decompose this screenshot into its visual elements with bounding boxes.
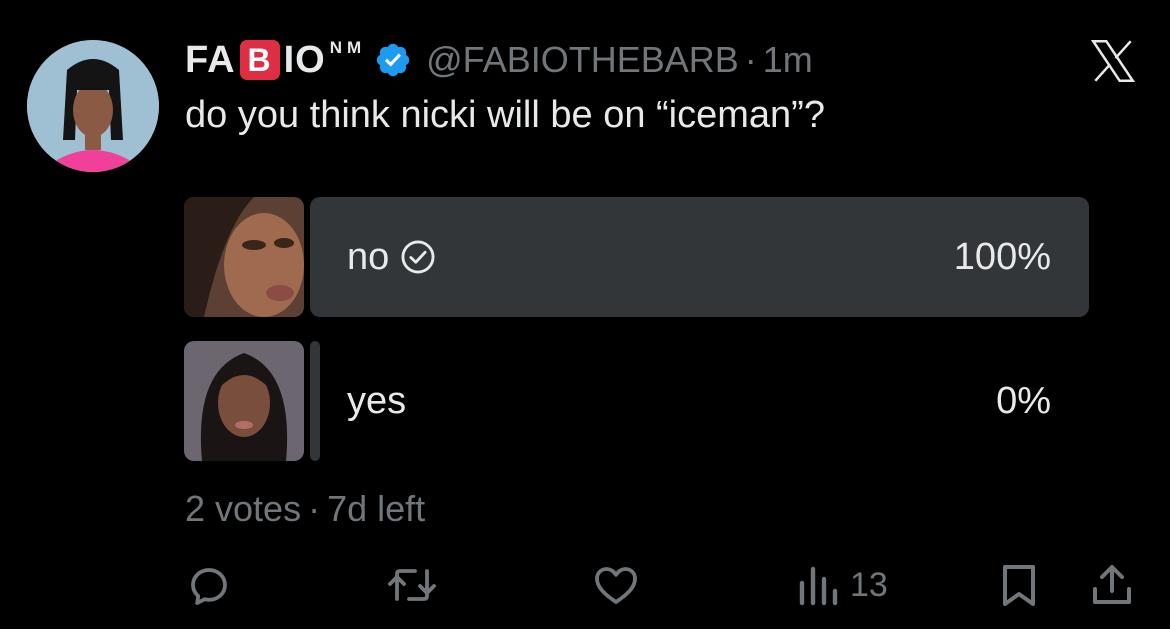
reply-button[interactable] bbox=[186, 562, 234, 608]
author-avatar[interactable] bbox=[27, 40, 159, 172]
poll-meta: 2 votes · 7d left bbox=[185, 488, 425, 530]
author-name-prefix: FA bbox=[185, 38, 236, 81]
b-emoji-icon: B bbox=[239, 40, 280, 80]
bookmark-button[interactable] bbox=[996, 562, 1042, 608]
tweet-timestamp[interactable]: 1m bbox=[763, 39, 813, 81]
poll-option-percent: 100% bbox=[953, 235, 1051, 278]
author-name[interactable]: FA B IO NM bbox=[185, 38, 367, 82]
poll-option-percent: 0% bbox=[996, 379, 1051, 422]
poll-bar-fill bbox=[310, 341, 320, 461]
poll-option-no[interactable]: no 100% bbox=[184, 197, 1089, 317]
poll-meta-separator: · bbox=[308, 488, 321, 529]
share-icon bbox=[1093, 565, 1131, 604]
repost-icon bbox=[388, 569, 436, 601]
poll-votes: 2 votes bbox=[185, 488, 302, 529]
header-separator: · bbox=[744, 39, 757, 80]
share-button[interactable] bbox=[1088, 562, 1136, 608]
poll-option-label-row: yes bbox=[347, 341, 406, 461]
author-name-suffix: IO bbox=[283, 38, 326, 81]
bookmark-icon bbox=[1003, 565, 1035, 606]
views-button[interactable]: 13 bbox=[796, 562, 888, 608]
x-logo-icon[interactable] bbox=[1086, 36, 1140, 86]
author-handle[interactable]: @FABIOTHEBARB bbox=[426, 39, 739, 81]
poll-option-image bbox=[184, 341, 304, 461]
poll-option-image bbox=[184, 197, 304, 317]
poll-option-label-row: no bbox=[347, 197, 437, 317]
repost-button[interactable] bbox=[385, 562, 439, 608]
poll-time-left: 7d left bbox=[327, 488, 426, 529]
poll-option-label: no bbox=[347, 235, 390, 278]
tweet-text: do you think nicki will be on “iceman”? bbox=[185, 94, 825, 136]
views-count: 13 bbox=[850, 565, 888, 604]
poll-option-yes[interactable]: yes 0% bbox=[184, 341, 1089, 461]
views-icon bbox=[799, 566, 838, 606]
check-circle-icon bbox=[401, 240, 435, 274]
like-icon bbox=[595, 567, 637, 604]
tweet-header: FA B IO NM @FABIOTHEBARB · 1m bbox=[185, 36, 813, 84]
reply-icon bbox=[191, 568, 227, 605]
verified-badge-icon[interactable] bbox=[374, 41, 412, 79]
avatar-image bbox=[27, 40, 159, 172]
author-name-superscript: NM bbox=[329, 38, 367, 57]
poll-option-label: yes bbox=[347, 379, 407, 422]
like-button[interactable] bbox=[591, 562, 641, 608]
